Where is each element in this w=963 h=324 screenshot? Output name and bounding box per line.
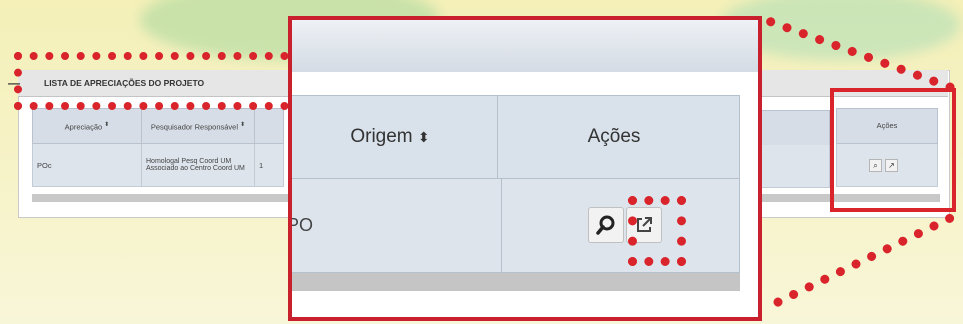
zoom-header-row: Origem ⬍ Ações	[292, 95, 740, 179]
connector-line-bottom	[772, 212, 956, 309]
table-header-row: Apreciação ⬍ Pesquisador Responsável ⬍	[32, 108, 284, 144]
zoom-cell-origem: PO	[292, 179, 502, 272]
zoom-callout: Origem ⬍ Ações PO	[288, 16, 762, 321]
highlight-actions-column	[830, 88, 956, 212]
col-apreciacao[interactable]: Apreciação ⬍	[32, 108, 142, 144]
col-pesquisador[interactable]: Pesquisador Responsável ⬍	[141, 108, 255, 144]
magnifier-icon[interactable]	[588, 207, 624, 243]
zoom-col-origem[interactable]: Origem ⬍	[292, 96, 498, 178]
appraisals-table: Apreciação ⬍ Pesquisador Responsável ⬍ P…	[32, 108, 284, 187]
cell-col3: 1	[254, 143, 284, 187]
cell-pesquisador: Homologal Pesq Coord UM Associado ao Cen…	[141, 143, 255, 187]
highlight-external-link	[628, 196, 686, 266]
cell-apreciacao: POc	[32, 143, 142, 187]
zoom-col-acoes: Ações	[587, 126, 641, 147]
zoom-cell-acoes	[502, 179, 734, 272]
zoom-header-strip	[292, 20, 758, 72]
zoom-footer-bar	[292, 273, 740, 291]
highlight-panel-title	[14, 52, 320, 110]
col-blank	[254, 108, 284, 144]
table-row: POc Homologal Pesq Coord UM Associado ao…	[32, 143, 284, 187]
